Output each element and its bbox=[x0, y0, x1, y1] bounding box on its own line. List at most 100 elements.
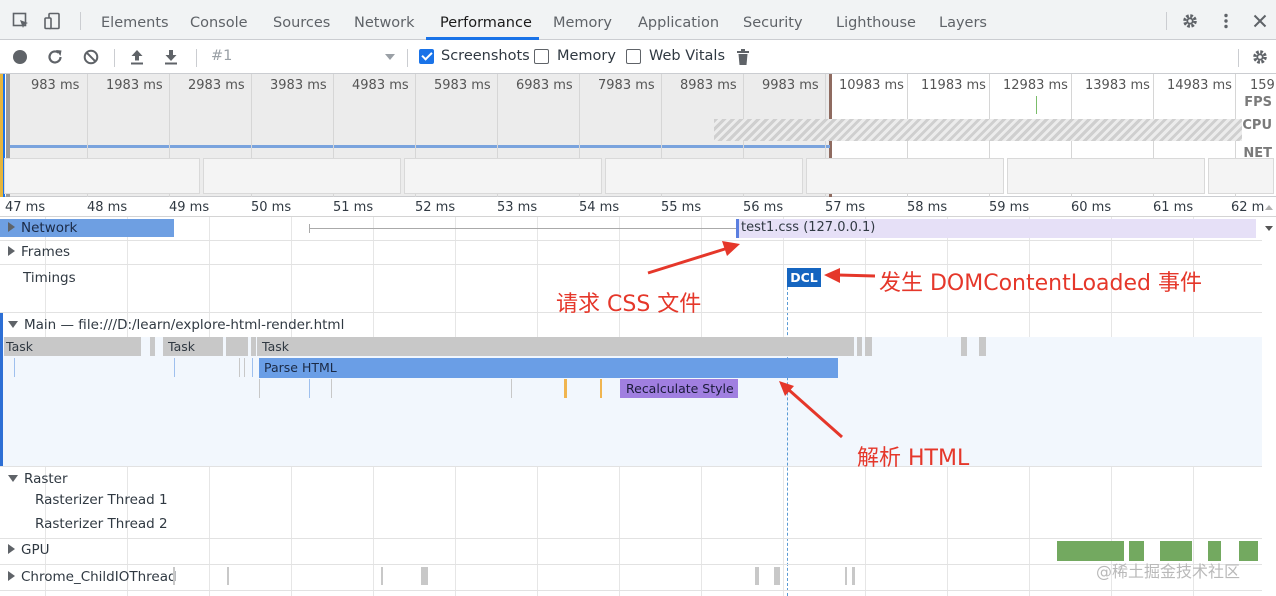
subtask-mark bbox=[600, 379, 602, 398]
divider bbox=[407, 49, 408, 67]
overview-tick: 12983 ms bbox=[1003, 78, 1068, 93]
overview-tick: 8983 ms bbox=[680, 78, 737, 93]
collect-garbage-trash-icon[interactable] bbox=[734, 48, 752, 66]
capture-settings-gear-icon[interactable] bbox=[1251, 48, 1269, 66]
expand-arrow-icon[interactable] bbox=[8, 544, 15, 554]
ruler-tick: 53 ms bbox=[497, 200, 538, 215]
gpu-task-bar[interactable] bbox=[1239, 541, 1258, 561]
tab-lighthouse[interactable]: Lighthouse bbox=[836, 0, 916, 40]
task-bar[interactable] bbox=[251, 337, 256, 356]
task-bar[interactable]: Task bbox=[4, 337, 141, 356]
child-io-thread-label[interactable]: Chrome_ChildIOThread bbox=[8, 569, 177, 585]
web-vitals-checkbox[interactable] bbox=[626, 49, 641, 64]
recalculate-style-bar[interactable]: Recalculate Style bbox=[620, 379, 738, 398]
tab-sources[interactable]: Sources bbox=[273, 0, 330, 40]
more-options-icon[interactable] bbox=[1217, 12, 1235, 30]
dropdown-arrow-icon[interactable] bbox=[384, 51, 396, 63]
tab-application[interactable]: Application bbox=[638, 0, 719, 40]
network-request-label: test1.css (127.0.0.1) bbox=[741, 220, 876, 235]
ruler-tick: 62 m bbox=[1231, 200, 1265, 215]
settings-gear-icon[interactable] bbox=[1181, 12, 1199, 30]
screenshots-checkbox[interactable] bbox=[419, 49, 434, 64]
arrow-head bbox=[722, 241, 740, 256]
screenshot-thumbnail[interactable] bbox=[605, 158, 803, 194]
scroll-up-arrow-icon[interactable] bbox=[1264, 203, 1274, 213]
task-bar[interactable]: Task bbox=[257, 337, 854, 356]
expand-arrow-icon[interactable] bbox=[8, 222, 15, 232]
close-icon[interactable] bbox=[1251, 12, 1269, 30]
ruler-tick: 55 ms bbox=[661, 200, 702, 215]
overview-tick: 983 ms bbox=[31, 78, 80, 93]
save-profile-icon[interactable] bbox=[162, 48, 180, 66]
arrow-head bbox=[824, 268, 840, 283]
subtask-mark bbox=[511, 379, 512, 398]
fps-label: FPS bbox=[1244, 95, 1272, 110]
ruler-tick: 59 ms bbox=[989, 200, 1030, 215]
reload-icon[interactable] bbox=[46, 48, 64, 66]
rasterizer-thread-1-label[interactable]: Rasterizer Thread 1 bbox=[35, 492, 168, 508]
expand-arrow-icon[interactable] bbox=[8, 571, 15, 581]
watermark-text: @稀土掘金技术社区 bbox=[1096, 562, 1241, 581]
scroll-down-arrow-icon[interactable] bbox=[1264, 223, 1274, 233]
rasterizer-thread-2-label[interactable]: Rasterizer Thread 2 bbox=[35, 516, 168, 532]
collapse-arrow-icon[interactable] bbox=[8, 321, 18, 328]
memory-checkbox[interactable] bbox=[534, 49, 549, 64]
inspect-element-icon[interactable] bbox=[12, 12, 30, 30]
gpu-track-label[interactable]: GPU bbox=[8, 542, 49, 558]
subtask-mark bbox=[244, 358, 245, 377]
overview-tick: 11983 ms bbox=[921, 78, 986, 93]
profile-select[interactable]: #1 bbox=[211, 48, 232, 64]
annotation-dcl-event: 发生 DOMContentLoaded 事件 bbox=[879, 271, 1202, 296]
annotation-parse-html: 解析 HTML bbox=[857, 446, 970, 471]
io-task-mark bbox=[381, 567, 383, 585]
device-toolbar-icon[interactable] bbox=[44, 12, 62, 30]
dcl-dashed-line bbox=[787, 287, 788, 596]
track-divider bbox=[0, 564, 1262, 565]
annotation-request-css: 请求 CSS 文件 bbox=[556, 292, 702, 317]
frames-track-label[interactable]: Frames bbox=[8, 244, 70, 260]
record-icon[interactable] bbox=[11, 48, 29, 66]
io-task-mark bbox=[845, 567, 847, 585]
tab-security[interactable]: Security bbox=[743, 0, 803, 40]
load-profile-icon[interactable] bbox=[128, 48, 146, 66]
timings-track-label[interactable]: Timings bbox=[23, 270, 76, 286]
tab-layers[interactable]: Layers bbox=[939, 0, 987, 40]
dcl-marker[interactable]: DCL bbox=[787, 268, 821, 287]
task-bar[interactable]: Task bbox=[163, 337, 223, 356]
overview-tick: 3983 ms bbox=[270, 78, 327, 93]
task-bar[interactable] bbox=[865, 337, 872, 356]
tab-memory[interactable]: Memory bbox=[553, 0, 612, 40]
screenshot-thumbnail[interactable] bbox=[4, 158, 200, 194]
task-bar[interactable] bbox=[979, 337, 986, 356]
main-thread-label[interactable]: Main — file:///D:/learn/explore-html-ren… bbox=[8, 317, 344, 333]
screenshot-thumbnail[interactable] bbox=[404, 158, 602, 194]
network-track-label[interactable]: Network bbox=[8, 220, 77, 236]
parse-html-bar[interactable]: Parse HTML bbox=[259, 358, 838, 378]
memory-label[interactable]: Memory bbox=[557, 48, 616, 64]
overview-tick: 9983 ms bbox=[762, 78, 819, 93]
task-bar[interactable] bbox=[857, 337, 862, 356]
task-bar[interactable] bbox=[961, 337, 967, 356]
screenshot-thumbnail[interactable] bbox=[203, 158, 401, 194]
divider bbox=[196, 49, 197, 67]
tab-network[interactable]: Network bbox=[354, 0, 415, 40]
main-thread-selection-bar bbox=[0, 313, 3, 466]
screenshot-thumbnail[interactable] bbox=[806, 158, 1004, 194]
screenshots-label[interactable]: Screenshots bbox=[441, 48, 530, 64]
screenshot-thumbnail[interactable] bbox=[1007, 158, 1205, 194]
tab-console[interactable]: Console bbox=[190, 0, 248, 40]
raster-track-label[interactable]: Raster bbox=[8, 471, 68, 487]
expand-arrow-icon[interactable] bbox=[8, 246, 15, 256]
collapse-arrow-icon[interactable] bbox=[8, 475, 18, 482]
web-vitals-label[interactable]: Web Vitals bbox=[649, 48, 725, 64]
main-thread-background bbox=[0, 337, 1262, 466]
ruler-tick: 52 ms bbox=[415, 200, 456, 215]
screenshot-thumbnail[interactable] bbox=[1208, 158, 1274, 194]
subtask-mark bbox=[174, 358, 175, 377]
task-bar[interactable] bbox=[226, 337, 248, 356]
tab-performance[interactable]: Performance bbox=[440, 0, 532, 40]
task-bar[interactable] bbox=[150, 337, 155, 356]
clear-icon[interactable] bbox=[82, 48, 100, 66]
io-task-mark bbox=[421, 567, 428, 585]
tab-elements[interactable]: Elements bbox=[101, 0, 169, 40]
